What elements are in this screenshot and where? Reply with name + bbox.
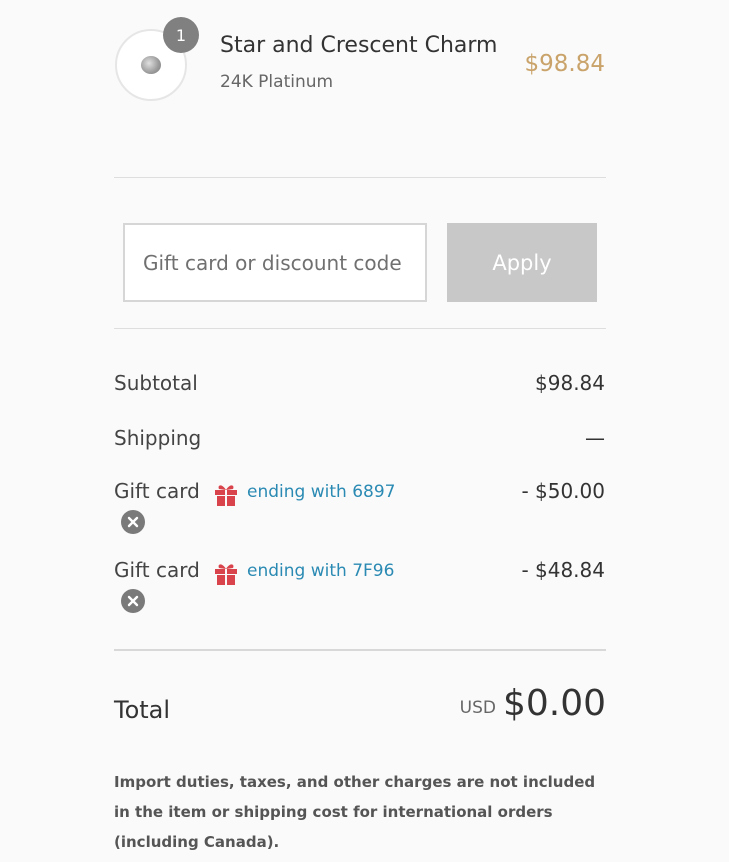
product-image: [141, 56, 161, 74]
product-name: Star and Crescent Charm: [220, 33, 498, 58]
close-icon: [127, 516, 139, 528]
gift-card-ending-link[interactable]: ending with 7F96: [247, 561, 394, 581]
gift-card-ending-link[interactable]: ending with 6897: [247, 482, 395, 502]
shipping-label: Shipping: [114, 426, 202, 450]
divider: [114, 177, 606, 178]
gift-icon: [213, 560, 239, 586]
gift-card-label: Gift card: [114, 479, 200, 503]
total-amount: $0.00: [502, 683, 606, 724]
gift-card-amount: - $50.00: [521, 479, 605, 503]
remove-gift-card-button[interactable]: [121, 510, 145, 534]
discount-code-input[interactable]: [123, 223, 427, 302]
gift-icon: [213, 481, 239, 507]
import-duties-notice: Import duties, taxes, and other charges …: [114, 773, 596, 851]
close-icon: [127, 595, 139, 607]
quantity-badge: 1: [163, 17, 199, 53]
remove-gift-card-button[interactable]: [121, 589, 145, 613]
total-currency: USD: [459, 698, 496, 718]
divider: [114, 328, 606, 329]
subtotal-label: Subtotal: [114, 371, 198, 395]
subtotal-value: $98.84: [535, 371, 605, 395]
gift-card-label: Gift card: [114, 558, 200, 582]
product-price: $98.84: [524, 51, 605, 77]
divider: [114, 649, 606, 651]
apply-button[interactable]: Apply: [447, 223, 597, 302]
gift-card-amount: - $48.84: [521, 558, 605, 582]
product-variant: 24K Platinum: [220, 72, 334, 92]
shipping-value: —: [585, 426, 605, 450]
total-label: Total: [114, 696, 171, 724]
